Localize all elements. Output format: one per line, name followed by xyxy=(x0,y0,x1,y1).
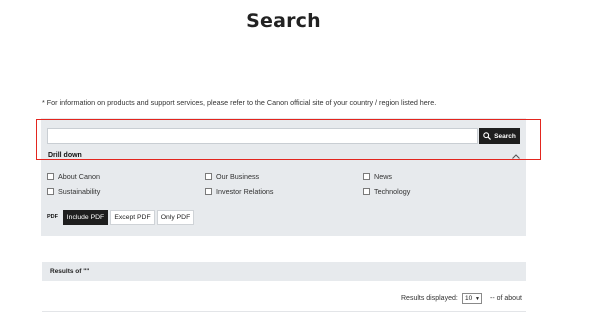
checkbox[interactable] xyxy=(205,173,212,180)
search-button[interactable]: Search xyxy=(479,128,520,144)
category-technology[interactable]: Technology xyxy=(363,187,410,196)
search-page: Search * For information on products and… xyxy=(0,0,600,327)
category-label: Investor Relations xyxy=(216,187,274,196)
chevron-up-icon[interactable] xyxy=(511,153,521,160)
chevron-down-icon: ▼ xyxy=(475,295,480,302)
category-news[interactable]: News xyxy=(363,172,392,181)
category-about-canon[interactable]: About Canon xyxy=(47,172,100,181)
category-sustainability[interactable]: Sustainability xyxy=(47,187,100,196)
results-header xyxy=(42,262,526,281)
checkbox[interactable] xyxy=(363,188,370,195)
results-title: Results of "" xyxy=(50,268,90,275)
drill-down-label: Drill down xyxy=(48,152,82,159)
category-investor-relations[interactable]: Investor Relations xyxy=(205,187,274,196)
category-label: Sustainability xyxy=(58,187,101,196)
per-page-value: 10 xyxy=(465,295,473,302)
category-label: Our Business xyxy=(216,172,260,181)
include-pdf-button[interactable]: Include PDF xyxy=(63,210,108,225)
category-our-business[interactable]: Our Business xyxy=(205,172,259,181)
except-pdf-button[interactable]: Except PDF xyxy=(110,210,155,225)
checkbox[interactable] xyxy=(363,173,370,180)
search-input[interactable] xyxy=(47,128,478,144)
search-button-label: Search xyxy=(494,132,516,140)
per-page-select[interactable]: 10 ▼ xyxy=(462,293,482,304)
checkbox[interactable] xyxy=(205,188,212,195)
search-icon xyxy=(483,132,491,140)
divider xyxy=(42,311,526,312)
region-notice: * For information on products and suppor… xyxy=(42,98,437,107)
category-label: Technology xyxy=(374,187,411,196)
page-title: Search xyxy=(246,10,321,32)
checkbox[interactable] xyxy=(47,188,54,195)
results-displayed-label: Results displayed: xyxy=(401,295,458,302)
only-pdf-button[interactable]: Only PDF xyxy=(157,210,194,225)
category-label: News xyxy=(374,172,392,181)
pdf-label: PDF xyxy=(47,214,58,220)
results-count: -- of about xyxy=(490,295,522,302)
category-label: About Canon xyxy=(58,172,100,181)
checkbox[interactable] xyxy=(47,173,54,180)
